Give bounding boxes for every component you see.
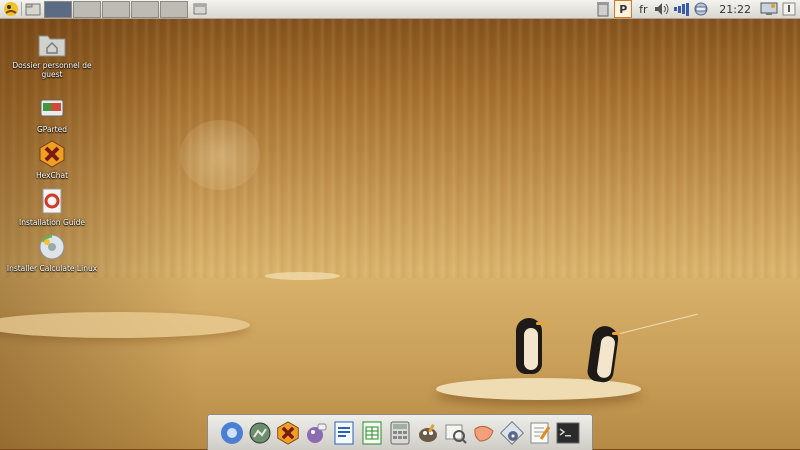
keyboard-layout[interactable]: fr [635,1,651,17]
show-desktop-icon[interactable] [24,1,42,17]
workspace-2[interactable] [73,0,101,18]
trash-icon[interactable] [595,1,611,17]
desktop-icon-label: Dossier personnel de guest [12,61,92,79]
workspace-3[interactable] [102,0,130,18]
network-connections-icon[interactable] [692,1,710,17]
display-settings-icon[interactable] [760,1,778,17]
volume-icon[interactable] [654,1,670,17]
desktop-icon-label: GParted [37,125,67,134]
pidgin-icon[interactable] [304,420,329,445]
logout-icon[interactable] [781,1,797,17]
home-folder-icon [38,30,66,58]
workspace-switcher[interactable] [44,0,189,18]
package-updater-icon[interactable]: P [614,0,633,18]
chromium-icon[interactable] [220,420,245,445]
gimp-icon[interactable] [416,420,441,445]
text-editor-icon[interactable] [528,420,553,445]
network-signal-icon[interactable] [673,1,689,17]
calc-icon[interactable] [360,420,385,445]
hexchat-icon [38,140,66,168]
installation-guide-icon [38,187,66,215]
desktop-icon-label: HexChat [35,171,69,180]
desktop-icon-label: Installation Guide [19,218,85,227]
writer-icon[interactable] [332,420,357,445]
desktop-icon-hexchat[interactable]: HexChat [0,140,104,180]
desktop-icon-installer-calculate[interactable]: Installer Calculate Linux [0,233,104,273]
system-tray: P fr 21:22 [592,0,800,18]
hexchat-icon[interactable] [276,420,301,445]
image-viewer-icon[interactable] [444,420,469,445]
terminal-icon[interactable] [556,420,581,445]
desktop-icon-label: Installer Calculate Linux [6,264,98,273]
installer-disc-icon [38,233,66,261]
top-panel: P fr 21:22 [0,0,800,19]
workspace-5[interactable] [160,0,188,18]
calculator-icon[interactable] [388,420,413,445]
media-player-icon[interactable] [500,420,525,445]
workspace-1[interactable] [44,0,72,18]
desktop-icon-gparted[interactable]: GParted [0,94,104,134]
main-menu-icon[interactable] [2,1,20,17]
clock[interactable]: 21:22 [713,1,757,17]
mail-icon[interactable] [472,420,497,445]
window-list-icon[interactable] [191,1,209,17]
desktop-icon-home-folder[interactable]: Dossier personnel de guest [0,30,104,79]
desktop-icon-installation-guide[interactable]: Installation Guide [0,187,104,227]
application-dock [207,414,593,450]
workspace-4[interactable] [131,0,159,18]
screenshot-icon[interactable] [248,420,273,445]
gparted-icon [38,94,66,122]
